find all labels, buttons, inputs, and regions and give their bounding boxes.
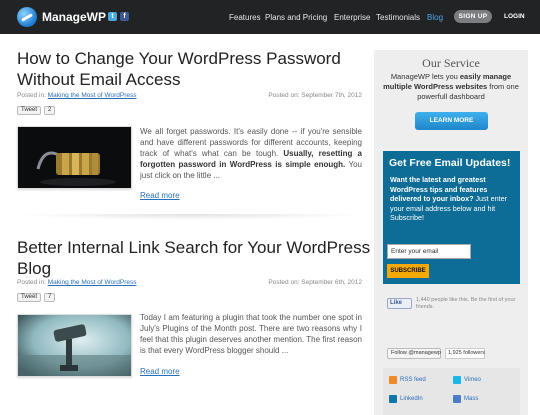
nav-enterprise[interactable]: Enterprise [334, 13, 370, 22]
our-service-heading: Our Service [422, 56, 480, 70]
posted-in-label: Posted in: [17, 279, 46, 286]
vimeo-link[interactable]: Vimeo [453, 376, 481, 384]
post-excerpt: Today I am featuring a plugin that took … [140, 313, 362, 355]
sign-up-button[interactable]: SIGN UP [454, 10, 492, 23]
facebook-like-button[interactable]: Like [387, 298, 412, 309]
tweet-count: 7 [44, 293, 56, 302]
posted-in-label: Posted in: [17, 92, 46, 99]
login-link[interactable]: LOGIN [504, 13, 525, 20]
nav-testimonials[interactable]: Testimonials [376, 13, 420, 22]
post-category-link[interactable]: Making the Most of WordPress [48, 92, 137, 99]
learn-more-button[interactable]: LEARN MORE [415, 112, 488, 130]
post-title[interactable]: How to Change Your WordPress Password Wi… [17, 48, 372, 90]
post-meta: Posted in: Making the Most of WordPress … [17, 279, 362, 286]
tweet-button[interactable]: Tweet [17, 293, 42, 302]
post-date: Posted on: September 7th, 2012 [268, 92, 362, 99]
linkedin-link[interactable]: LinkedIn [389, 395, 423, 403]
facebook-like-text: 1,440 people like this. Be the first of … [416, 297, 516, 310]
sidebar: Our Service ManageWP lets you easily man… [374, 50, 528, 415]
tweet-count: 2 [44, 106, 56, 115]
post-thumbnail-telescope[interactable] [17, 314, 132, 377]
our-service-text: ManageWP lets you easily manage multiple… [383, 72, 519, 101]
tweet-widget: Tweet 7 [17, 293, 56, 302]
read-more-link[interactable]: Read more [140, 367, 180, 376]
tweet-button[interactable]: Tweet [17, 106, 42, 115]
email-signup-box: Get Free Email Updates! Want the latest … [383, 151, 520, 284]
nav-plans-and-pricing[interactable]: Plans and Pricing [265, 13, 327, 22]
padlock-image-icon [18, 127, 131, 188]
post-thumbnail-padlock[interactable] [17, 126, 132, 189]
rss-icon [389, 376, 397, 384]
subscribe-button[interactable]: SUBSCRIBE [387, 264, 429, 278]
twitter-follow-button[interactable]: Follow @managewp [387, 348, 441, 359]
social-links: RSS feed Vimeo LinkedIn Mass [383, 368, 520, 415]
post-meta: Posted in: Making the Most of WordPress … [17, 92, 362, 99]
vimeo-icon [453, 376, 461, 384]
twitter-follower-count: 1,925 followers [445, 348, 485, 359]
top-navigation-bar: ManageWP t f Features Plans and Pricing … [0, 0, 540, 34]
email-signup-heading: Get Free Email Updates! [389, 157, 511, 169]
telescope-image-icon [18, 315, 131, 376]
email-input[interactable]: Enter your email [387, 244, 471, 259]
post-divider [12, 214, 367, 220]
post-date: Posted on: September 6th, 2012 [268, 279, 362, 286]
post-excerpt: We all forget passwords. It's easily don… [140, 127, 362, 180]
facebook-like-widget: Like 1,440 people like this. Be the firs… [383, 291, 520, 321]
linkedin-icon [389, 395, 397, 403]
mass-link[interactable]: Mass [453, 395, 478, 403]
twitter-follow-widget: Follow @managewp 1,925 followers [383, 347, 520, 361]
email-signup-text: Want the latest and greatest WordPress t… [390, 175, 508, 222]
post-title[interactable]: Better Internal Link Search for Your Wor… [17, 237, 372, 279]
nav-blog[interactable]: Blog [427, 13, 443, 22]
tweet-widget: Tweet 2 [17, 106, 56, 115]
nav-features[interactable]: Features [229, 13, 261, 22]
read-more-link[interactable]: Read more [140, 191, 180, 200]
post-category-link[interactable]: Making the Most of WordPress [48, 279, 137, 286]
mass-icon [453, 395, 461, 403]
rss-feed-link[interactable]: RSS feed [389, 376, 426, 384]
